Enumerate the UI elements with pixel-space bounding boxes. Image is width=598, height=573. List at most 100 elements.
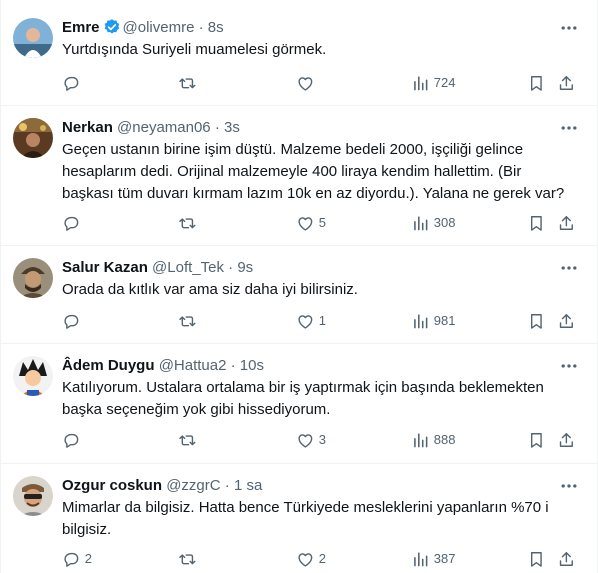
view-count: 981 [433, 313, 456, 328]
separator-dot: · [224, 477, 230, 494]
bookmark-button[interactable] [527, 426, 546, 454]
author-name[interactable]: Emre [62, 19, 100, 36]
author-handle[interactable]: @Hattua2 [159, 357, 227, 374]
tweet-text-line: başka seçeneğim yok gibi hissediyorum. [62, 401, 331, 418]
heart-icon [298, 314, 313, 329]
tweet-text: Mimarlar da bilgisiz. Hatta bence Türkiy… [62, 497, 575, 541]
more-options-icon[interactable] [559, 258, 579, 278]
retweet-button[interactable] [178, 426, 201, 454]
reply-icon [64, 76, 79, 91]
retweet-icon [179, 435, 196, 445]
like-button[interactable]: 3 [296, 426, 326, 454]
retweet-button[interactable] [178, 307, 201, 335]
analytics-icon [414, 432, 428, 448]
tweet-actions: 5 308 [54, 209, 590, 237]
bookmark-button[interactable] [527, 209, 546, 237]
tweet-actions: 724 [54, 69, 590, 97]
heart-icon [298, 433, 313, 448]
analytics-icon [414, 313, 428, 329]
tweet-5[interactable]: Ozgur coskun @zzgrC · 1 sa Mimarlar da b… [1, 464, 597, 573]
author-name[interactable]: Salur Kazan [62, 259, 148, 276]
tweet-time[interactable]: 3s [224, 119, 240, 136]
tweet-text: Orada da kıtlık var ama siz daha iyi bil… [62, 279, 575, 301]
avatar[interactable] [13, 18, 53, 58]
like-button[interactable]: 2 [296, 545, 326, 573]
bookmark-button[interactable] [527, 69, 546, 97]
share-icon [559, 313, 573, 328]
tweet-text-line: Orada da kıtlık var ama siz daha iyi bil… [62, 281, 358, 298]
avatar[interactable] [13, 118, 53, 158]
reply-button[interactable] [62, 69, 85, 97]
like-button[interactable]: 5 [296, 209, 326, 237]
tweet-header: Âdem Duygu @Hattua2 · 10s [62, 356, 557, 376]
like-count: 5 [318, 215, 326, 230]
share-button[interactable] [557, 307, 576, 335]
share-icon [559, 432, 573, 447]
bookmark-button[interactable] [527, 307, 546, 335]
reply-icon [64, 433, 79, 448]
retweet-button[interactable] [178, 69, 201, 97]
avatar-image [13, 118, 53, 158]
retweet-button[interactable] [178, 545, 201, 573]
tweet-4[interactable]: Âdem Duygu @Hattua2 · 10s Katılıyorum. U… [1, 344, 597, 464]
avatar[interactable] [13, 258, 53, 298]
author-handle[interactable]: @zzgrC [166, 477, 220, 494]
share-button[interactable] [557, 69, 576, 97]
tweet-header: Ozgur coskun @zzgrC · 1 sa [62, 476, 557, 496]
views-button[interactable]: 724 [411, 69, 455, 97]
author-handle[interactable]: @Loft_Tek [152, 259, 224, 276]
bookmark-icon [530, 75, 542, 91]
tweet-1[interactable]: Emre @olivemre · 8s Yurtdışında Suriyeli … [1, 0, 597, 106]
reply-button[interactable]: 2 [62, 545, 92, 573]
bookmark-icon [530, 551, 542, 567]
author-handle[interactable]: @neyaman06 [117, 119, 211, 136]
share-button[interactable] [557, 426, 576, 454]
avatar-image [13, 258, 53, 298]
share-button[interactable] [557, 545, 576, 573]
retweet-icon [179, 78, 196, 88]
more-options-icon[interactable] [559, 18, 579, 38]
tweet-time[interactable]: 10s [240, 357, 264, 374]
separator-dot: · [230, 357, 236, 374]
reply-button[interactable] [62, 426, 85, 454]
avatar[interactable] [13, 476, 53, 516]
heart-icon [298, 552, 313, 567]
more-options-icon[interactable] [559, 476, 579, 496]
author-name[interactable]: Âdem Duygu [62, 357, 155, 374]
like-button[interactable] [296, 69, 319, 97]
more-options-icon[interactable] [559, 356, 579, 376]
reply-button[interactable] [62, 209, 85, 237]
reply-button[interactable] [62, 307, 85, 335]
avatar-image [13, 356, 53, 396]
like-count: 1 [318, 313, 326, 328]
bookmark-icon [530, 215, 542, 231]
tweet-header: Nerkan @neyaman06 · 3s [62, 118, 557, 138]
tweet-time[interactable]: 8s [208, 19, 224, 36]
heart-icon [298, 76, 313, 91]
views-button[interactable]: 888 [411, 426, 455, 454]
view-count: 724 [433, 75, 456, 90]
author-handle[interactable]: @olivemre [123, 19, 195, 36]
share-button[interactable] [557, 209, 576, 237]
views-button[interactable]: 308 [411, 209, 455, 237]
author-name[interactable]: Ozgur coskun [62, 477, 162, 494]
avatar[interactable] [13, 356, 53, 396]
bookmark-button[interactable] [527, 545, 546, 573]
tweet-2[interactable]: Nerkan @neyaman06 · 3s Geçen ustanın bir… [1, 106, 597, 246]
views-button[interactable]: 387 [411, 545, 455, 573]
tweet-3[interactable]: Salur Kazan @Loft_Tek · 9s Orada da kıtl… [1, 246, 597, 344]
tweet-header: Emre @olivemre · 8s [62, 18, 557, 38]
bookmark-icon [530, 313, 542, 329]
tweet-time[interactable]: 9s [237, 259, 253, 276]
like-button[interactable]: 1 [296, 307, 326, 335]
tweet-text: Katılıyorum. Ustalara ortalama bir iş ya… [62, 377, 575, 421]
more-options-icon[interactable] [559, 118, 579, 138]
retweet-icon [179, 554, 196, 564]
retweet-button[interactable] [178, 209, 201, 237]
like-count: 2 [318, 551, 326, 566]
tweet-time[interactable]: 1 sa [234, 477, 262, 494]
author-name[interactable]: Nerkan [62, 119, 113, 136]
view-count: 888 [433, 432, 456, 447]
share-icon [559, 75, 573, 90]
views-button[interactable]: 981 [411, 307, 455, 335]
